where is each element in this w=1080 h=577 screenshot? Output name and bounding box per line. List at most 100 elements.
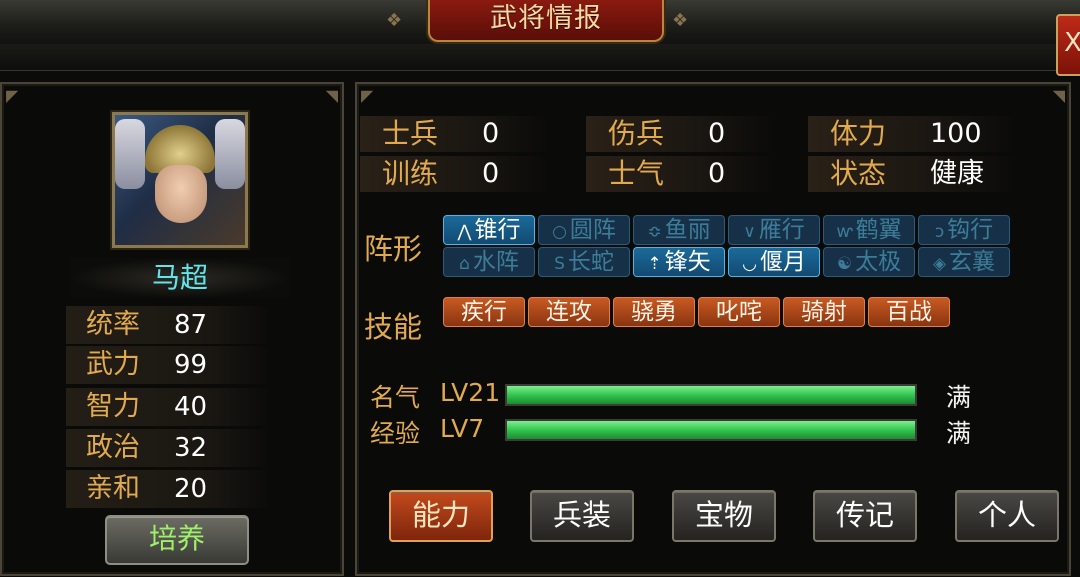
close-button[interactable]: X xyxy=(1056,14,1080,76)
formation-chip[interactable]: S 长蛇 xyxy=(538,247,630,277)
formation-chip-label: 偃月 xyxy=(759,249,806,275)
water-icon: ⌂ xyxy=(459,254,470,274)
formation-chip-label: 太极 xyxy=(855,249,902,275)
portrait-face xyxy=(155,165,207,223)
info-row-wounded: 伤兵 0 xyxy=(586,116,776,152)
corner-ornament-icon: ◥ xyxy=(1052,86,1065,105)
title-ornament-right-icon: ❖ xyxy=(672,10,689,31)
stat-value: 99 xyxy=(174,350,208,380)
corner-ornament-icon: ◥ xyxy=(325,86,338,105)
formation-chip-label: 长蛇 xyxy=(567,249,614,275)
stat-label: 亲和 xyxy=(86,473,140,504)
arrow-up-icon: ⋀ xyxy=(457,222,472,242)
formation-chip-label: 锥行 xyxy=(474,217,521,243)
info-label: 体力 xyxy=(830,117,887,150)
experience-status: 满 xyxy=(946,419,972,448)
skill-badge[interactable]: 疾行 xyxy=(443,297,525,327)
stat-row: 统率 87 xyxy=(66,306,272,344)
formation-chip-label: 雁行 xyxy=(758,217,805,243)
title-ornament-left-icon: ❖ xyxy=(386,10,403,31)
snake-icon: S xyxy=(554,254,565,274)
info-row-stamina: 体力 100 xyxy=(808,116,1018,152)
stat-value: 20 xyxy=(174,474,208,504)
formation-chip[interactable]: ⋀ 锥行 xyxy=(443,215,535,245)
circle-icon: ○ xyxy=(552,222,567,242)
info-label: 士气 xyxy=(608,157,665,190)
stat-row: 政治 32 xyxy=(66,429,272,467)
formation-chip[interactable]: ☯ 太极 xyxy=(823,247,915,277)
general-name-plate: 马超 xyxy=(70,258,290,298)
tab-biography[interactable]: 传记 xyxy=(813,490,917,542)
tab-ability[interactable]: 能力 xyxy=(389,490,493,542)
formation-chip[interactable]: ⇡ 锋矢 xyxy=(633,247,725,277)
diamond-icon: ◈ xyxy=(932,254,947,274)
info-value: 健康 xyxy=(930,158,984,189)
window-title: 武将情报 xyxy=(490,3,602,34)
stat-label: 武力 xyxy=(86,349,140,380)
skill-badge[interactable]: 骑射 xyxy=(783,297,865,327)
fish-scale-icon: ≎ xyxy=(647,222,662,242)
skill-badge[interactable]: 骁勇 xyxy=(613,297,695,327)
skill-badge[interactable]: 百战 xyxy=(868,297,950,327)
hook-icon: ↄ xyxy=(934,222,945,242)
stat-label: 政治 xyxy=(86,432,140,463)
info-label: 状态 xyxy=(830,157,887,190)
stat-row: 武力 99 xyxy=(66,346,272,384)
formation-chip[interactable]: ○ 圆阵 xyxy=(538,215,630,245)
formation-label: 阵形 xyxy=(364,232,423,266)
skills-label: 技能 xyxy=(364,310,423,344)
info-row-morale: 士气 0 xyxy=(586,156,776,192)
info-value: 0 xyxy=(482,118,500,149)
portrait-wing-left xyxy=(115,119,145,189)
taiji-icon: ☯ xyxy=(836,254,853,274)
experience-label: 经验 xyxy=(370,419,421,448)
formation-chip[interactable]: ⱳ 鹤翼 xyxy=(823,215,915,245)
corner-ornament-icon: ◤ xyxy=(361,86,374,105)
fame-bar-fill xyxy=(507,386,915,404)
general-name: 马超 xyxy=(151,261,208,294)
formation-chip[interactable]: ◈ 玄襄 xyxy=(918,247,1010,277)
skill-badge[interactable]: 叱咤 xyxy=(698,297,780,327)
train-button[interactable]: 培养 xyxy=(105,515,249,565)
v-shape-icon: ∨ xyxy=(743,222,756,242)
formation-chip[interactable]: ⌂ 水阵 xyxy=(443,247,535,277)
info-value: 0 xyxy=(482,158,500,189)
experience-bar-fill xyxy=(507,421,915,439)
tab-treasure[interactable]: 宝物 xyxy=(672,490,776,542)
info-row-training: 训练 0 xyxy=(360,156,550,192)
formation-chip-label: 圆阵 xyxy=(569,217,616,243)
stat-value: 87 xyxy=(174,310,208,340)
general-portrait xyxy=(112,112,248,248)
formation-chip-label: 鹤翼 xyxy=(855,217,902,243)
stat-label: 智力 xyxy=(86,391,140,422)
formation-chip[interactable]: ≎ 鱼丽 xyxy=(633,215,725,245)
stat-row: 亲和 20 xyxy=(66,470,272,508)
fame-label: 名气 xyxy=(370,383,421,412)
experience-bar xyxy=(505,419,917,441)
stat-value: 40 xyxy=(174,392,208,422)
formation-chip[interactable]: ∨ 雁行 xyxy=(728,215,820,245)
formation-chip-label: 鱼丽 xyxy=(664,217,711,243)
wing-icon: ⱳ xyxy=(836,222,853,242)
formation-chip[interactable]: ◡ 偃月 xyxy=(728,247,820,277)
formation-chip-label: 玄襄 xyxy=(949,249,996,275)
portrait-wing-right xyxy=(215,119,245,189)
info-value: 100 xyxy=(930,118,982,149)
info-row-status: 状态 健康 xyxy=(808,156,1018,192)
info-value: 0 xyxy=(708,158,726,189)
arrowhead-icon: ⇡ xyxy=(647,254,662,274)
formation-chip[interactable]: ↄ 钩行 xyxy=(918,215,1010,245)
info-label: 士兵 xyxy=(382,117,439,150)
formation-chip-label: 钩行 xyxy=(947,217,994,243)
stat-label: 统率 xyxy=(86,309,140,340)
stat-row: 智力 40 xyxy=(66,388,272,426)
info-label: 训练 xyxy=(382,157,439,190)
window-title-plate: 武将情报 xyxy=(428,0,664,42)
tab-equipment[interactable]: 兵装 xyxy=(530,490,634,542)
info-row-soldiers: 士兵 0 xyxy=(360,116,550,152)
corner-ornament-icon: ◤ xyxy=(6,86,19,105)
info-label: 伤兵 xyxy=(608,117,665,150)
skill-badge[interactable]: 连攻 xyxy=(528,297,610,327)
experience-level: LV7 xyxy=(440,414,485,443)
tab-personal[interactable]: 个人 xyxy=(955,490,1059,542)
